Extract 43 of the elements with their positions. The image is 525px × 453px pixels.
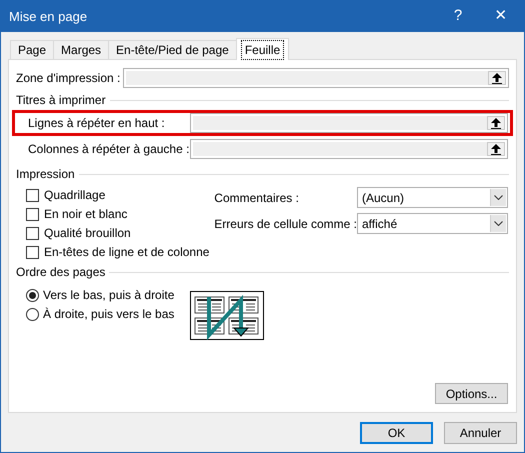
chevron-down-icon [494, 221, 503, 226]
radio-button[interactable] [26, 288, 39, 302]
options-button[interactable]: Options... [435, 383, 508, 404]
section-heading: Ordre des pages [16, 264, 106, 281]
radio-button[interactable] [26, 308, 39, 320]
checkbox-label: Qualité brouillon [44, 225, 131, 242]
checkbox[interactable] [26, 188, 39, 202]
chevron-down-icon [494, 195, 503, 200]
reference-field[interactable] [190, 113, 508, 133]
checkbox[interactable] [26, 226, 39, 240]
field-label: Lignes à répéter en haut : [28, 115, 165, 132]
section-heading: Impression [16, 166, 75, 183]
radio-label: À droite, puis vers le bas [43, 306, 174, 323]
cancel-button[interactable]: Annuler [444, 422, 517, 444]
collapse-arrow-icon [491, 144, 501, 154]
window-title: Mise en page [9, 8, 88, 26]
tab[interactable]: Marges [53, 40, 110, 59]
close-button[interactable]: ✕ [478, 5, 524, 28]
reference-field[interactable] [123, 68, 509, 88]
collapse-arrow-icon [492, 72, 502, 84]
collapse-button[interactable] [487, 116, 505, 130]
collapse-arrow-icon [491, 118, 501, 128]
help-button[interactable]: ? [438, 5, 478, 28]
radio-label: Vers le bas, puis à droite [43, 287, 174, 304]
field-label: Colonnes à répéter à gauche : [28, 141, 190, 158]
dropdown[interactable]: (Aucun) [357, 187, 508, 208]
reference-field[interactable] [190, 139, 508, 159]
checkbox-label: Quadrillage [44, 187, 106, 204]
ok-button[interactable]: OK [360, 422, 433, 444]
field-label: Zone d'impression : [16, 70, 120, 87]
section-heading: Titres à imprimer [16, 92, 106, 109]
tab[interactable]: Feuille [236, 38, 290, 60]
checkbox-label: En noir et blanc [44, 206, 128, 223]
collapse-button[interactable] [487, 142, 505, 156]
dropdown-label: Erreurs de cellule comme : [214, 216, 357, 232]
dropdown-label: Commentaires : [214, 190, 299, 206]
tab[interactable]: En-tête/Pied de page [108, 40, 237, 59]
dropdown[interactable]: affiché [357, 213, 508, 234]
checkbox-label: En-têtes de ligne et de colonne [44, 244, 210, 261]
checkbox[interactable] [26, 246, 39, 258]
checkbox[interactable] [26, 208, 39, 220]
tab[interactable]: Page [10, 40, 54, 59]
collapse-button[interactable] [488, 71, 506, 85]
